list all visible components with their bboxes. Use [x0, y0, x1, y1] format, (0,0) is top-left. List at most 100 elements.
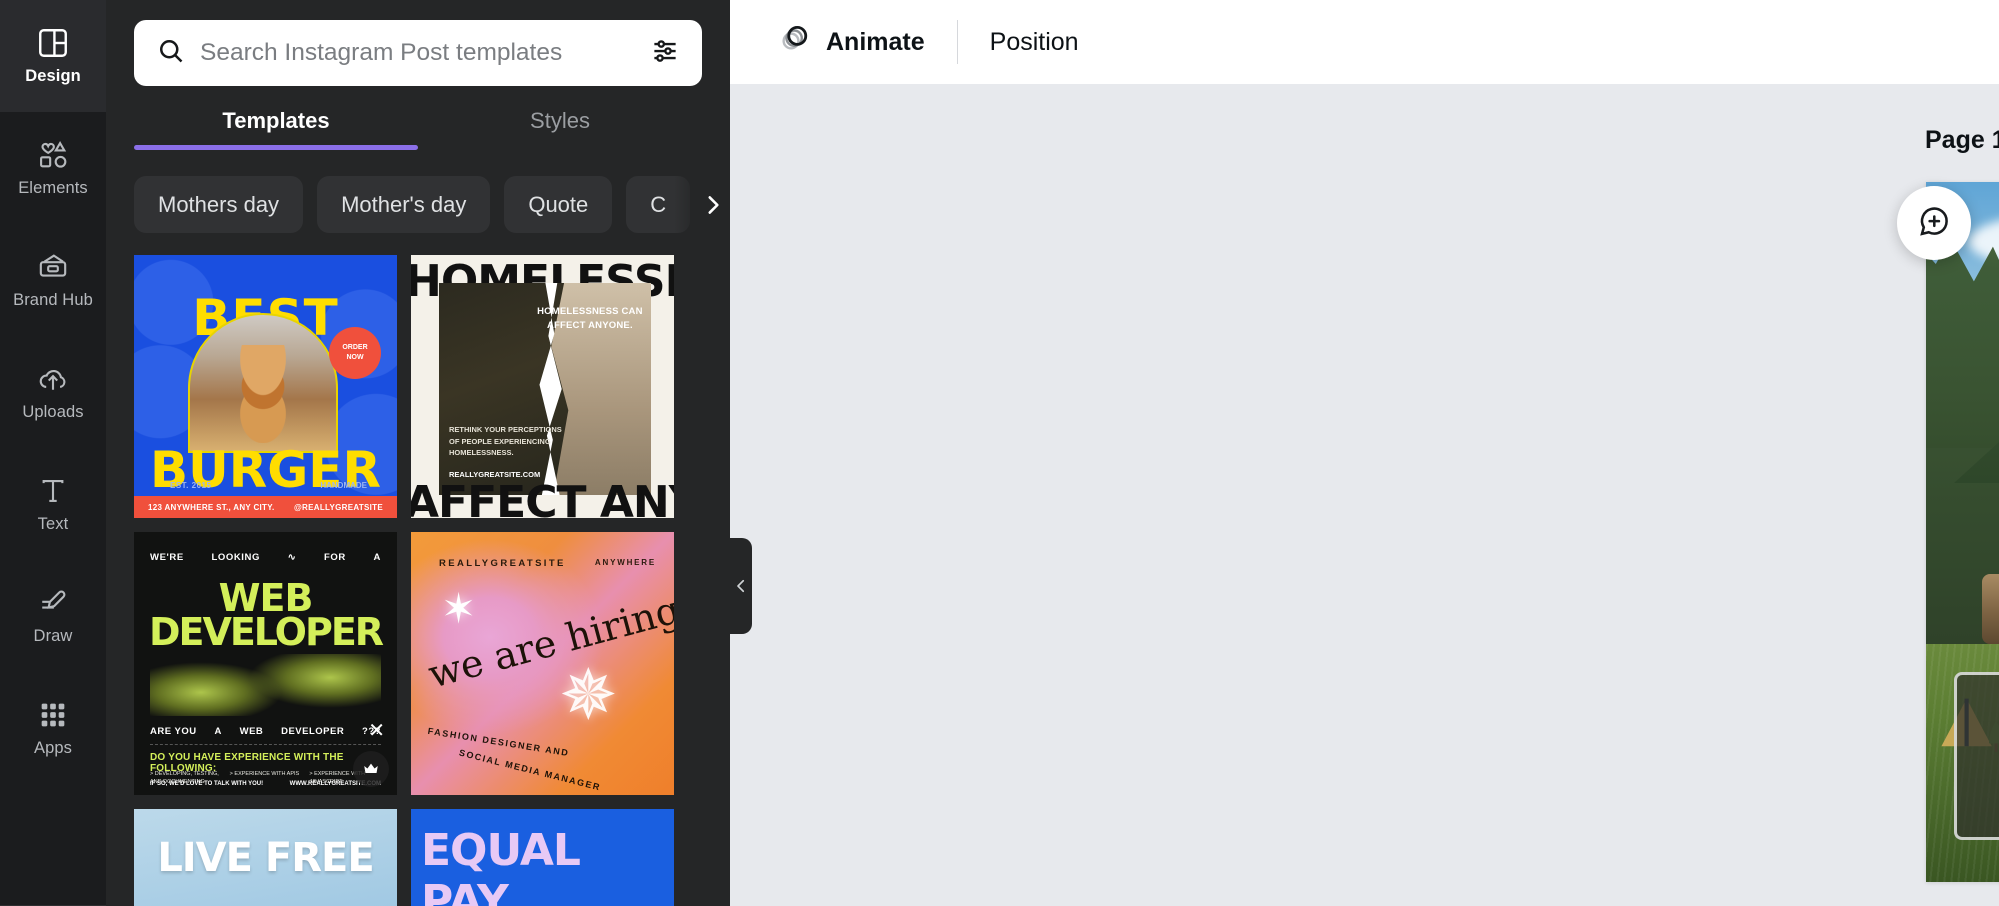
page-title-prefix: Page 1 - [1925, 125, 1999, 154]
hiring-anywhere: ANYWHERE [594, 558, 656, 567]
dev-wave-graphic [150, 654, 381, 716]
order-now-badge: ORDER NOW [329, 327, 381, 379]
position-label: Position [989, 27, 1079, 56]
dev-mid-1: A [214, 726, 222, 737]
dev-top-4: A [373, 552, 381, 563]
homeless-bg-text-bottom: AFFECT ANYO [411, 477, 674, 518]
chip-mothers-day-apostrophe[interactable]: Mother's day [317, 176, 491, 233]
dev-top-2: ∿ [287, 552, 297, 563]
left-nav-rail: Design Elements Brand Hub Uploads Text D… [0, 0, 106, 906]
chip-quote[interactable]: Quote [504, 176, 613, 233]
dev-mid-3: DEVELOPER [281, 726, 345, 737]
dev-foot-left: IF SO, WE'D LOVE TO TALK WITH YOU! [150, 781, 264, 787]
template-card-we-are-hiring[interactable]: REALLYGREATSITE ANYWHERE ✶ we are hiring… [411, 532, 674, 795]
search-input[interactable] [200, 39, 636, 67]
toolbar-divider [956, 20, 958, 64]
sidebar-label-text: Text [37, 515, 69, 533]
sidebar-item-elements[interactable]: Elements [0, 112, 106, 224]
sidebar-item-uploads[interactable]: Uploads [0, 336, 106, 448]
burger-est: EST. 2015 [170, 481, 212, 490]
page-header: Page 1 - Add page title [1925, 125, 1999, 155]
canvas-text-overlay[interactable]: The Best States for Camping IN THE USA R… [1954, 672, 1999, 840]
tab-templates[interactable]: Templates [134, 108, 418, 150]
crown-icon[interactable] [353, 751, 389, 787]
sidebar-item-design[interactable]: Design [0, 0, 106, 112]
hiring-curve-line2: SOCIAL MEDIA MANAGER [457, 747, 603, 793]
tab-styles[interactable]: Styles [418, 108, 702, 150]
sidebar-item-apps[interactable]: Apps [0, 672, 106, 784]
dev-headline-2: DEVELOPER [148, 610, 384, 654]
dev-row-top: WE'RE LOOKING ∿ FOR A [150, 552, 381, 563]
homeless-body: RETHINK YOUR PERCEPTIONS OF PEOPLE EXPER… [449, 425, 562, 458]
sidebar-label-design: Design [25, 67, 81, 85]
burger-photo [188, 313, 338, 453]
upload-cloud-icon [36, 362, 70, 396]
burger-handmade: HANDMADE [320, 481, 367, 490]
homeless-photo: HOMELESSNESS CAN AFFECT ANYONE. RETHINK … [439, 283, 651, 495]
homeless-caption: HOMELESSNESS CAN AFFECT ANYONE. [535, 305, 645, 334]
sidebar-item-brand-hub[interactable]: Brand Hub [0, 224, 106, 336]
hiring-curve-line1: FASHION DESIGNER AND [427, 725, 571, 759]
dev-mid-2: WEB [239, 726, 264, 737]
animate-button[interactable]: Animate [760, 16, 943, 68]
rail-spacer [0, 784, 106, 905]
shapes-icon [36, 138, 70, 172]
sidebar-item-draw[interactable]: Draw [0, 560, 106, 672]
filter-chip-row: Mothers day Mother's day Quote C [106, 150, 730, 233]
template-card-homelessness[interactable]: HOMELESSNESS CA HOMELESSNESS CAN AFFECT … [411, 255, 674, 518]
editor-main-area: Animate Position Page 1 - Add page title [730, 0, 1999, 906]
dev-row-mid: ARE YOU A WEB DEVELOPER ??? [150, 726, 381, 737]
dev-top-1: LOOKING [211, 552, 260, 563]
template-card-equal-pay[interactable]: EQUAL PAY [411, 809, 674, 906]
sidebar-label-draw: Draw [33, 627, 73, 645]
template-card-web-developer[interactable]: WE'RE LOOKING ∿ FOR A WEB DEVELOPER ARE … [134, 532, 397, 795]
template-grid: BEST ORDER NOW BURGER EST. 2015 HANDMADE… [106, 255, 730, 906]
templates-panel: Templates Styles Mothers day Mother's da… [106, 0, 730, 906]
position-button[interactable]: Position [972, 16, 1097, 68]
badge-line1: ORDER [342, 343, 368, 351]
burger-footer-left: 123 ANYWHERE ST., ANY CITY. [148, 502, 275, 512]
sidebar-label-uploads: Uploads [22, 403, 84, 421]
panel-collapse-handle[interactable] [730, 538, 752, 634]
page-title[interactable]: Page 1 - Add page title [1925, 126, 1999, 155]
search-area [106, 0, 730, 86]
chip-mothers-day[interactable]: Mothers day [134, 176, 304, 233]
homeless-caption-line1: HOMELESSNESS CAN [537, 306, 643, 317]
search-icon [156, 36, 186, 71]
dev-top-3: FOR [323, 552, 346, 563]
dev-mid-0: ARE YOU [150, 726, 197, 737]
grid-dots-icon [36, 698, 70, 732]
badge-line2: NOW [346, 354, 364, 361]
help-chat-button[interactable] [1897, 186, 1971, 260]
hiring-brand: REALLYGREATSITE [439, 558, 566, 569]
canva-editor-window: Design Elements Brand Hub Uploads Text D… [0, 0, 1999, 906]
design-canvas[interactable]: The Best States for Camping IN THE USA R… [1926, 182, 1999, 882]
pen-icon [36, 586, 70, 620]
animate-circles-icon [778, 22, 812, 63]
dev-footer: IF SO, WE'D LOVE TO TALK WITH YOU! WWW.R… [150, 781, 381, 787]
top-toolbar: Animate Position [730, 0, 1999, 84]
burger-word-bottom: BURGER [150, 441, 381, 499]
sliders-filter-icon[interactable] [650, 36, 680, 71]
chips-next-button[interactable] [674, 176, 730, 233]
burger-footer-right: @REALLYGREATSITE [293, 502, 383, 512]
layout-icon [36, 26, 70, 60]
sidebar-label-brand-hub: Brand Hub [13, 291, 93, 309]
sparkle-icon-large: ✵ [559, 656, 618, 734]
text-t-icon [36, 474, 70, 508]
brand-icon [36, 250, 70, 284]
search-bar[interactable] [134, 20, 702, 86]
dev-divider [150, 744, 381, 745]
sparkle-icon-small: ✶ [441, 585, 477, 632]
canvas-log [1982, 574, 1999, 644]
live-free-text: LIVE FREE [157, 835, 374, 881]
close-icon[interactable]: ✕ [368, 721, 385, 741]
chat-plus-icon [1916, 203, 1952, 244]
sidebar-item-text[interactable]: Text [0, 448, 106, 560]
homeless-caption-line2: AFFECT ANYONE. [546, 320, 633, 332]
dev-top-0: WE'RE [150, 552, 184, 563]
template-card-best-burger[interactable]: BEST ORDER NOW BURGER EST. 2015 HANDMADE… [134, 255, 397, 518]
burger-footer: 123 ANYWHERE ST., ANY CITY. @REALLYGREAT… [134, 496, 397, 518]
panel-tabs: Templates Styles [106, 108, 730, 150]
template-card-live-free[interactable]: LIVE FREE [134, 809, 397, 906]
